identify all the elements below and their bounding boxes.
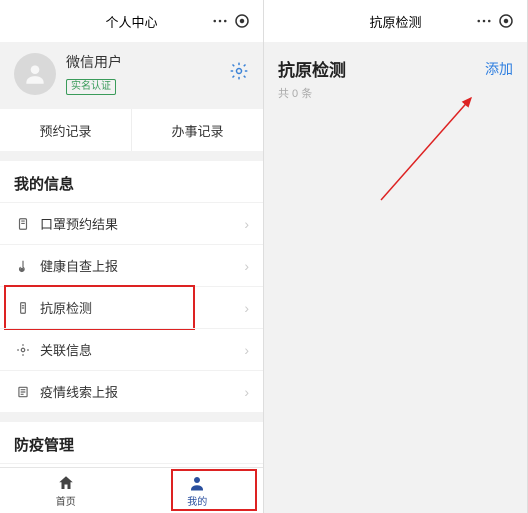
tab-reservation-records[interactable]: 预约记录 — [0, 109, 132, 151]
mask-icon — [14, 217, 32, 231]
menu-dots-icon — [475, 12, 493, 30]
profile-name: 微信用户 — [66, 52, 229, 72]
nav-home[interactable]: 首页 — [0, 468, 132, 513]
header-bar: 个人中心 — [0, 0, 263, 42]
close-target-icon — [233, 12, 251, 30]
chevron-right-icon: › — [244, 384, 249, 400]
item-health-report[interactable]: 健康自查上报 › — [0, 244, 263, 286]
record-tabs: 预约记录 办事记录 — [0, 109, 263, 151]
item-related-info[interactable]: 关联信息 › — [0, 328, 263, 370]
left-screen: 个人中心 微信用户 实名认证 预约记录 办事记录 我的信息 口罩预约结果 — [0, 0, 264, 513]
count-label: 共 0 条 — [278, 85, 346, 101]
bottom-nav: 首页 我的 — [0, 467, 263, 513]
section-title: 防疫管理 — [0, 422, 263, 463]
item-label: 抗原检测 — [40, 298, 244, 317]
item-epidemic-clue[interactable]: 疫情线索上报 › — [0, 370, 263, 412]
verify-badge: 实名认证 — [66, 79, 116, 95]
tab-service-records[interactable]: 办事记录 — [132, 109, 263, 151]
item-label: 疫情线索上报 — [40, 382, 244, 401]
nav-label: 首页 — [56, 493, 76, 508]
item-label: 关联信息 — [40, 340, 244, 359]
avatar — [14, 53, 56, 95]
section-title: 我的信息 — [0, 161, 263, 202]
item-antigen-test[interactable]: 抗原检测 › — [0, 286, 263, 328]
annotation-arrow-icon — [371, 90, 491, 210]
my-info-section: 我的信息 口罩预约结果 › 健康自查上报 › 抗原检测 › 关联信息 › 疫情线… — [0, 161, 263, 412]
chevron-right-icon: › — [244, 216, 249, 232]
detail-header: 抗原检测 共 0 条 添加 — [264, 42, 527, 105]
settings-gear-icon[interactable] — [229, 61, 249, 86]
menu-dots-icon — [211, 12, 229, 30]
item-label: 口罩预约结果 — [40, 214, 244, 233]
right-screen: 抗原检测 抗原检测 共 0 条 添加 — [264, 0, 528, 513]
capsule-menu[interactable] — [469, 10, 521, 32]
close-target-icon — [497, 12, 515, 30]
link-icon — [14, 343, 32, 357]
nav-label: 我的 — [187, 493, 207, 508]
header-bar: 抗原检测 — [264, 0, 527, 42]
nav-mine[interactable]: 我的 — [132, 468, 264, 513]
profile-row[interactable]: 微信用户 实名认证 — [0, 42, 263, 109]
report-icon — [14, 385, 32, 399]
chevron-right-icon: › — [244, 342, 249, 358]
item-label: 健康自查上报 — [40, 256, 244, 275]
chevron-right-icon: › — [244, 258, 249, 274]
profile-info: 微信用户 实名认证 — [66, 52, 229, 95]
item-mask-result[interactable]: 口罩预约结果 › — [0, 202, 263, 244]
capsule-menu[interactable] — [205, 10, 257, 32]
thermometer-icon — [14, 259, 32, 273]
page-title: 个人中心 — [105, 12, 157, 31]
test-icon — [14, 301, 32, 315]
detail-title: 抗原检测 — [278, 56, 346, 81]
chevron-right-icon: › — [244, 300, 249, 316]
page-title: 抗原检测 — [369, 12, 421, 31]
add-link[interactable]: 添加 — [485, 56, 513, 79]
